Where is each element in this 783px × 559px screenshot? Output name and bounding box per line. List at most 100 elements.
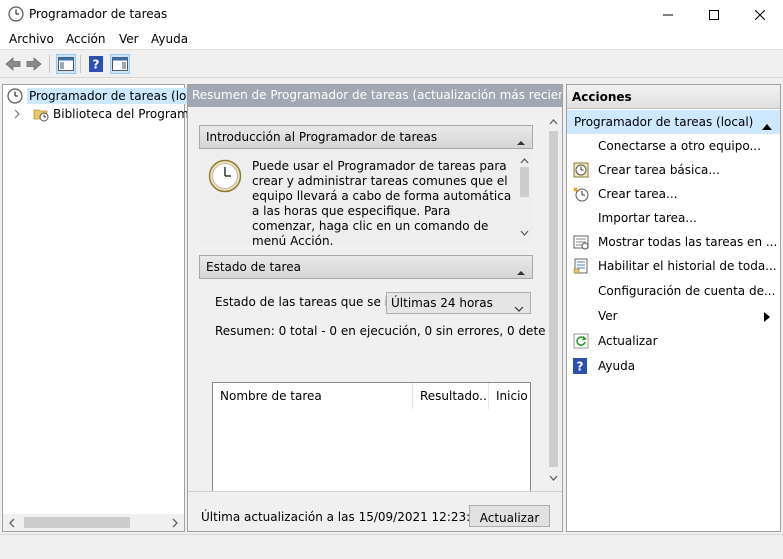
collapse-icon[interactable] [517,134,525,148]
close-button[interactable] [737,0,783,29]
maximize-button[interactable] [691,0,737,29]
scroll-left-icon[interactable] [8,517,16,531]
forward-button[interactable] [24,54,44,74]
action-create-basic-task[interactable]: Crear tarea básica... [567,159,780,181]
toolbar-separator [49,55,50,73]
summary-footer: Última actualización a las 15/09/2021 12… [188,491,562,531]
action-label: Configuración de cuenta de... [598,284,776,298]
action-enable-history[interactable]: Habilitar el historial de toda... [567,255,780,277]
action-label: Mostrar todas las tareas en ... [598,235,778,249]
action-create-task[interactable]: Crear tarea... [567,183,780,205]
svg-text:?: ? [577,360,584,374]
scroll-right-icon[interactable] [171,517,179,531]
clock-icon [7,88,23,104]
help-icon: ? [573,358,589,374]
horizontal-scrollbar[interactable] [3,514,184,531]
task-status-table: Nombre de tarea Resultado... Inicio [212,382,531,491]
action-label: Crear tarea básica... [598,163,720,177]
action-refresh[interactable]: Actualizar [567,330,780,352]
action-label: Crear tarea... [598,187,678,201]
scrollbar-thumb[interactable] [520,167,529,197]
folder-clock-icon [33,106,49,122]
scroll-down-icon[interactable] [549,470,558,484]
action-label: Habilitar el historial de toda... [598,259,777,273]
toolbar: ? [0,51,783,78]
show-hide-console-tree-button[interactable] [56,54,76,74]
intro-text: Puede usar el Programador de tareas para… [252,159,512,248]
action-label: Conectarse a otro equipo... [598,139,761,153]
action-connect[interactable]: Conectarse a otro equipo... [567,135,780,157]
arrow-right-icon [26,57,42,71]
clock-icon [208,159,242,193]
clock-wizard-icon [573,162,589,178]
help-icon: ? [89,56,103,72]
menu-archivo[interactable]: Archivo [9,32,54,46]
actions-title: Acciones [567,85,780,109]
status-summary: Resumen: 0 total - 0 en ejecución, 0 sin… [215,324,562,338]
summary-body: Introducción al Programador de tareas Pu… [188,107,562,491]
last-update-text: Última actualización a las 15/09/2021 12… [201,510,486,524]
show-hide-action-pane-button[interactable] [110,54,130,74]
action-help[interactable]: ? Ayuda [567,355,780,377]
action-show-running-tasks[interactable]: Mostrar todas las tareas en ... [567,231,780,253]
summary-header: Resumen de Programador de tareas (actual… [188,85,562,107]
scrollbar-thumb[interactable] [549,131,558,467]
intro-section-header[interactable]: Introducción al Programador de tareas [199,125,533,149]
actions-group-label: Programador de tareas (local) [574,115,754,129]
back-button[interactable] [3,54,23,74]
svg-text:?: ? [93,58,100,72]
history-icon [573,258,589,274]
chevron-right-icon[interactable] [11,108,23,120]
status-section-header[interactable]: Estado de tarea [199,255,533,279]
scroll-down-icon[interactable] [520,225,529,239]
collapse-icon[interactable] [762,119,772,133]
status-bar [0,534,783,559]
actions-group-header[interactable]: Programador de tareas (local) [567,110,780,134]
column-header-start[interactable]: Inicio [489,383,532,409]
action-pane-icon [112,57,128,71]
arrow-left-icon [5,57,21,71]
action-import-task[interactable]: Importar tarea... [567,207,780,229]
column-header-task-name[interactable]: Nombre de tarea [213,383,413,409]
tree-item-label: Programador de tareas (local) [27,88,211,104]
toolbar-separator [80,55,81,73]
action-label: Actualizar [598,334,658,348]
select-value: Últimas 24 horas [391,296,493,310]
action-account-config[interactable]: Configuración de cuenta de... [567,280,780,302]
submenu-arrow-icon [764,311,770,325]
action-label: Importar tarea... [598,211,697,225]
menu-ayuda[interactable]: Ayuda [151,32,188,46]
clock-icon [8,6,24,22]
scrollbar-thumb[interactable] [24,517,130,528]
scroll-up-icon[interactable] [549,114,558,128]
intro-panel: Puede usar el Programador de tareas para… [199,149,533,248]
vertical-scrollbar[interactable] [545,107,562,491]
scroll-up-icon[interactable] [520,153,529,167]
menu-accion[interactable]: Acción [66,32,105,46]
window-title: Programador de tareas [29,7,168,21]
refresh-icon [573,333,589,349]
section-title: Introducción al Programador de tareas [206,130,438,144]
minimize-button[interactable] [645,0,691,29]
menu-bar: Archivo Acción Ver Ayuda [0,29,783,50]
section-title: Estado de tarea [206,260,301,274]
summary-pane: Resumen de Programador de tareas (actual… [187,84,563,532]
actions-pane: Acciones Programador de tareas (local) C… [566,84,781,532]
status-period-select[interactable]: Últimas 24 horas [386,292,531,314]
action-label: Ayuda [598,359,636,373]
action-label: Ver [598,309,618,323]
status-filter-label: Estado de las tareas que se in... [215,295,408,309]
title-bar: Programador de tareas [0,0,783,29]
refresh-button[interactable]: Actualizar [469,505,550,527]
menu-ver[interactable]: Ver [119,32,139,46]
collapse-icon[interactable] [517,264,525,278]
clock-new-icon [573,186,589,202]
action-view[interactable]: Ver [567,305,780,327]
intro-scrollbar[interactable] [516,149,533,243]
tree-item-root[interactable]: Programador de tareas (local) [7,87,211,105]
column-header-result[interactable]: Resultado... [413,383,489,409]
task-list-icon [573,234,589,250]
help-button[interactable]: ? [86,54,106,74]
console-tree-icon [58,57,74,71]
chevron-down-icon [514,301,524,315]
